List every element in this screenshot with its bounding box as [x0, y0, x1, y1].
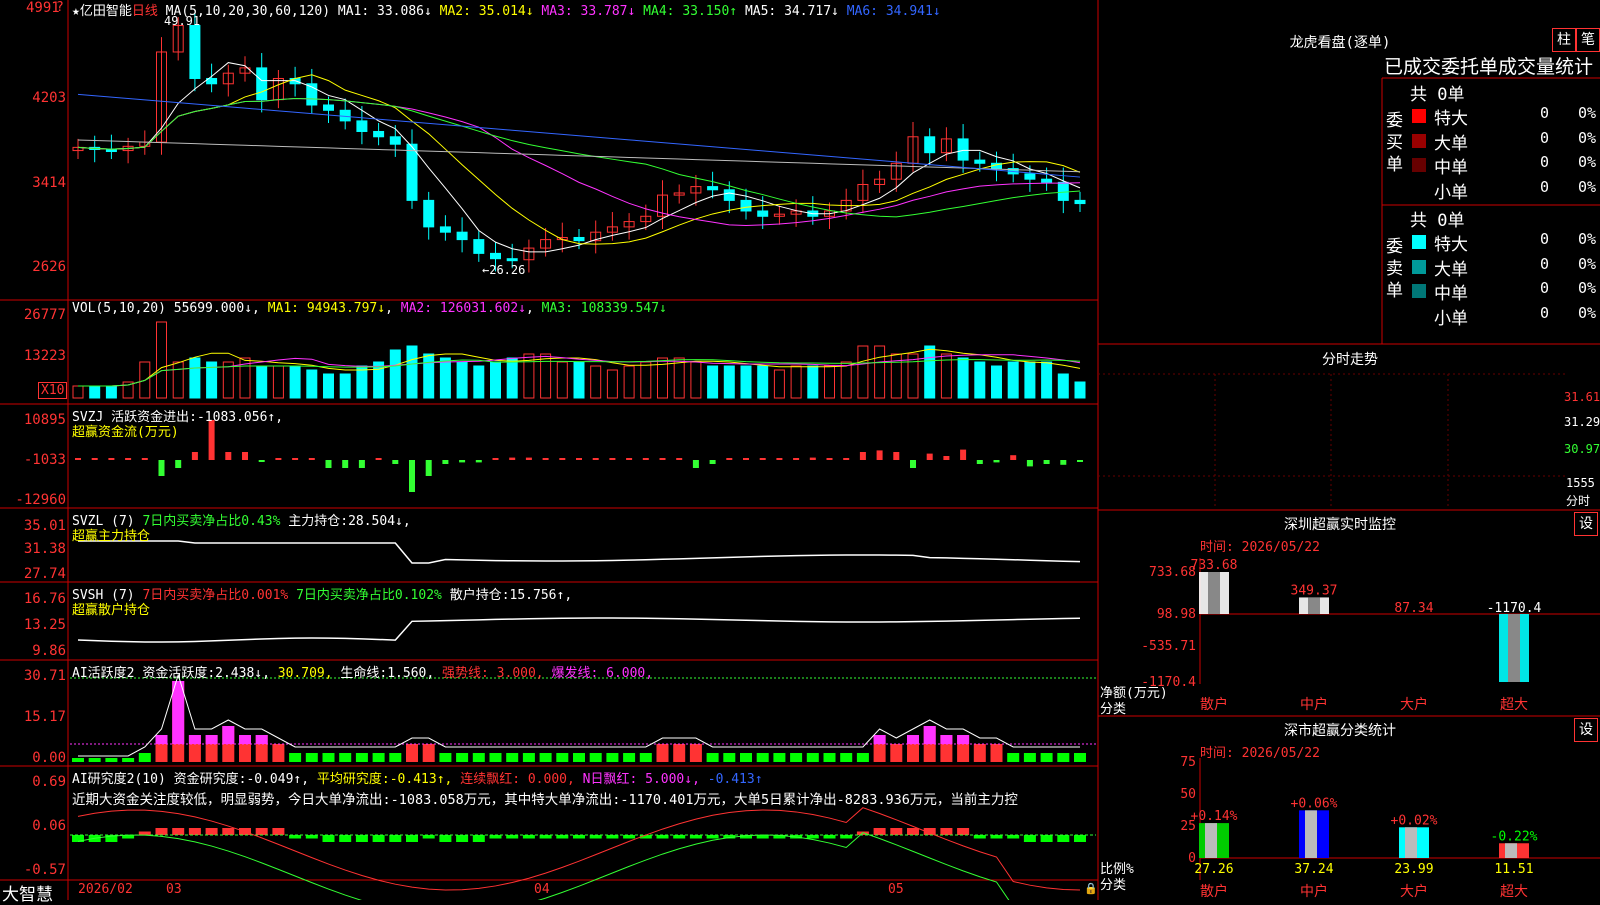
classify-value-2: 23.99 — [1394, 862, 1433, 877]
classify-category-0: 散户 — [1200, 883, 1228, 900]
classify-change-2: +0.02% — [1391, 813, 1438, 828]
classify-category-1: 中户 — [1300, 883, 1328, 900]
classify-ytick-1: 50 — [1180, 787, 1196, 802]
classify-category-3: 超大 — [1500, 884, 1528, 900]
classify-ytick-0: 75 — [1180, 755, 1196, 770]
classify-change-0: +0.14% — [1191, 809, 1238, 824]
classify-bar-shade-0 — [1205, 823, 1217, 858]
classify-bar-shade-2 — [1405, 827, 1417, 858]
classify-bar-shade-3 — [1505, 843, 1517, 858]
classify-value-1: 37.24 — [1294, 862, 1333, 877]
classify-bar-shade-1 — [1305, 810, 1317, 858]
classify-change-3: -0.22% — [1491, 829, 1538, 844]
classify-value-3: 11.51 — [1494, 862, 1533, 877]
classify-category-2: 大户 — [1400, 883, 1428, 900]
classify-bar-chart: 7550250+0.14%27.26散户+0.06%37.24中户+0.02%2… — [1180, 755, 1600, 900]
classify-value-0: 27.26 — [1194, 862, 1233, 877]
classify-change-1: +0.06% — [1291, 796, 1338, 811]
